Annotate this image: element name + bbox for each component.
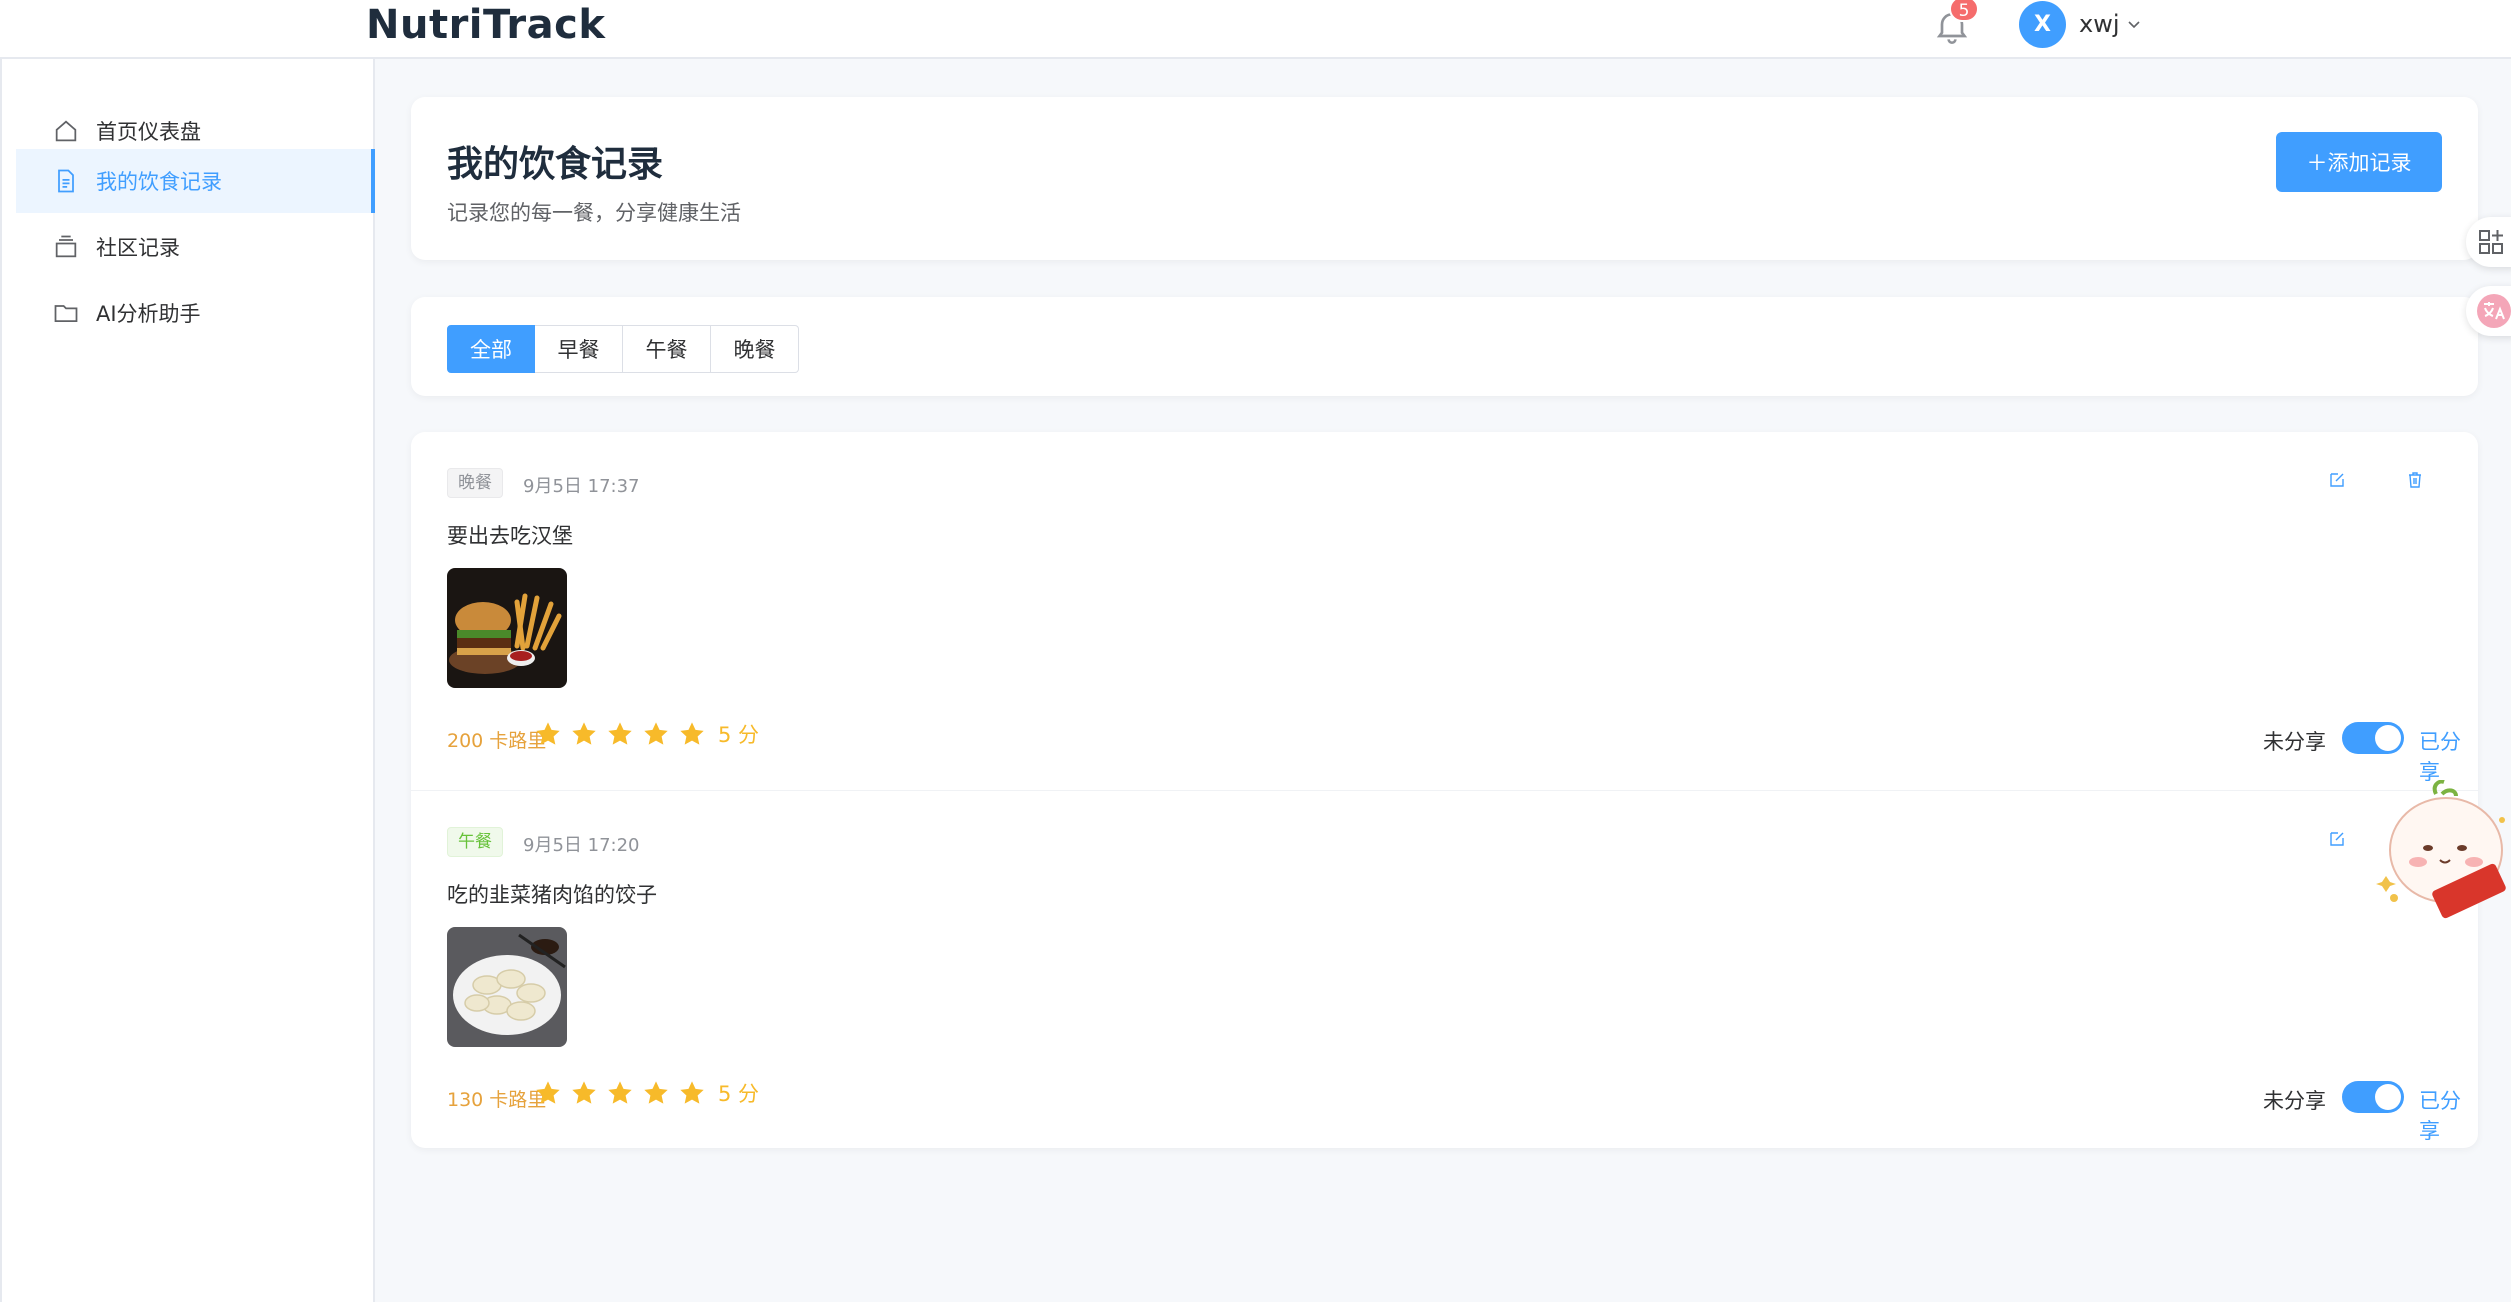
notification-badge: 5 [1949,0,1979,22]
dumplings-photo[interactable] [447,927,567,1047]
stack-icon [55,235,77,258]
score-label: 5 分 [718,1082,760,1106]
tab-lunch[interactable]: 午餐 [623,325,711,373]
add-record-button[interactable]: ＋添加记录 [2276,132,2442,192]
meal-filter-tabs: 全部 早餐 午餐 晚餐 [447,325,799,373]
record-text: 要出去吃汉堡 [447,524,573,548]
star-icon[interactable] [570,720,598,748]
page-header-card: 我的饮食记录 记录您的每一餐，分享健康生活 ＋添加记录 [411,97,2478,260]
star-icon[interactable] [570,1079,598,1107]
score-label: 5 分 [718,723,760,747]
calories-label: 200 卡路里 [447,730,547,752]
chevron-down-icon[interactable] [2124,14,2144,34]
share-toggle[interactable] [2342,722,2404,754]
records-list: 晚餐 9月5日 17:37 要出去吃汉堡 200 卡路里 5 分 未分享 已分享… [411,432,2478,1148]
sidebar: 首页仪表盘 我的饮食记录 社区记录 AI分析助手 [0,59,375,1302]
list-item: 晚餐 9月5日 17:37 要出去吃汉堡 200 卡路里 5 分 未分享 已分享 [411,432,2478,790]
edit-icon[interactable] [2327,829,2347,849]
rating-stars[interactable]: 5 分 [534,1078,759,1108]
sidebar-item-label: 首页仪表盘 [96,120,201,144]
meal-tag: 晚餐 [447,468,503,498]
grid-plus-icon [2479,230,2503,254]
document-icon [58,169,74,193]
tab-dinner[interactable]: 晚餐 [711,325,799,373]
record-time: 9月5日 17:20 [523,835,640,856]
share-on-label: 已分享 [2419,1089,2461,1143]
translate-float-button[interactable] [2466,286,2511,336]
share-off-label: 未分享 [2263,730,2326,754]
toggle-knob [2375,1084,2401,1110]
meal-tag: 午餐 [447,827,503,857]
rating-stars[interactable]: 5 分 [534,719,759,749]
share-toggle[interactable] [2342,1081,2404,1113]
translate-icon [2477,294,2511,328]
toggle-knob [2375,725,2401,751]
apps-float-button[interactable] [2466,217,2511,267]
mascot-sticker[interactable] [2376,780,2511,940]
tab-all[interactable]: 全部 [447,325,535,373]
edit-icon[interactable] [2327,470,2347,490]
star-icon[interactable] [606,1079,634,1107]
app-brand[interactable]: NutriTrack [366,2,605,48]
star-icon[interactable] [678,720,706,748]
top-header: NutriTrack 5 X xwj [0,0,2511,59]
star-icon[interactable] [642,720,670,748]
share-on-label: 已分享 [2419,730,2461,784]
star-icon[interactable] [642,1079,670,1107]
sidebar-item-my-records[interactable]: 我的饮食记录 [16,149,375,213]
star-icon[interactable] [534,1079,562,1107]
sidebar-item-community[interactable]: 社区记录 [16,215,375,279]
calories-label: 130 卡路里 [447,1089,547,1111]
trash-icon[interactable] [2405,470,2425,490]
burger-photo[interactable] [447,568,567,688]
home-icon [55,120,77,142]
star-icon[interactable] [606,720,634,748]
sidebar-item-label: 我的饮食记录 [96,170,222,194]
star-icon[interactable] [678,1079,706,1107]
star-icon[interactable] [534,720,562,748]
share-off-label: 未分享 [2263,1089,2326,1113]
sidebar-item-ai-assistant[interactable]: AI分析助手 [16,281,375,345]
page-title: 我的饮食记录 [447,144,664,185]
main-content: 我的饮食记录 记录您的每一餐，分享健康生活 ＋添加记录 全部 早餐 午餐 晚餐 … [375,59,2511,1302]
folder-icon [54,305,78,323]
record-text: 吃的韭菜猪肉馅的饺子 [447,883,657,907]
avatar[interactable]: X [2019,1,2066,48]
username[interactable]: xwj [2079,10,2120,38]
page-subtitle: 记录您的每一餐，分享健康生活 [447,201,741,225]
list-item: 午餐 9月5日 17:20 吃的韭菜猪肉馅的饺子 130 卡路里 5 分 未分享… [411,790,2478,1148]
tab-breakfast[interactable]: 早餐 [535,325,623,373]
record-time: 9月5日 17:37 [523,476,640,497]
sidebar-item-label: AI分析助手 [96,302,201,326]
filter-card: 全部 早餐 午餐 晚餐 [411,297,2478,396]
sidebar-item-label: 社区记录 [96,236,180,260]
